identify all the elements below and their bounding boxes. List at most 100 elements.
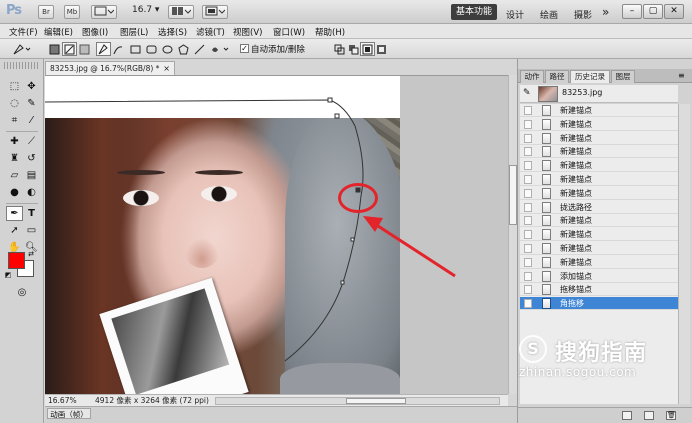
freeform-pen-option[interactable] [111,42,126,56]
marquee-tool[interactable]: ⬚ [6,79,23,94]
history-brush-tool[interactable]: ↺ [23,151,40,166]
menu-filter[interactable]: 滤镜(T) [196,26,225,38]
history-source-checkbox[interactable] [524,257,532,267]
minimize-button[interactable]: – [622,4,642,19]
workspace-painting-button[interactable]: 绘画 [540,8,558,21]
pen-tool-option[interactable] [96,42,111,56]
fill-pixels-mode-button[interactable] [77,42,92,56]
eraser-tool[interactable]: ▱ [6,168,23,183]
healing-brush-tool[interactable]: ✚ [6,134,23,149]
move-tool[interactable]: ✥ [23,79,40,94]
history-source-checkbox[interactable] [524,299,532,309]
path-combine-intersect-button[interactable] [360,42,375,56]
canvas-vertical-scrollbar[interactable] [508,75,517,394]
anchor-point[interactable] [327,97,333,103]
restore-button[interactable]: ▢ [643,4,663,19]
history-state-row[interactable]: 新建锚点 [520,159,678,173]
history-snapshot[interactable]: ✎ 83253.jpg [520,85,678,103]
history-source-checkbox[interactable] [524,119,532,129]
menu-image[interactable]: 图像(I) [82,26,108,38]
tab-layers[interactable]: 图层 [611,70,635,83]
dodge-tool[interactable]: ◐ [23,185,40,200]
clone-stamp-tool[interactable]: ♜ [6,151,23,166]
type-tool[interactable]: T [23,206,40,221]
history-source-checkbox[interactable] [524,175,532,184]
canvas-horizontal-scroll-thumb[interactable] [346,398,406,404]
more-workspaces-button[interactable]: » [602,5,609,19]
history-state-row[interactable]: 新建锚点 [520,118,678,131]
zoom-level-select[interactable]: 16.7 ▾ [132,5,159,15]
history-source-checkbox[interactable] [524,147,532,157]
history-source-checkbox[interactable] [524,161,532,171]
foreground-color-swatch[interactable] [8,252,25,269]
close-window-button[interactable]: ✕ [664,4,684,19]
history-source-checkbox[interactable] [524,202,532,212]
anchor-point[interactable] [350,237,355,242]
tab-paths[interactable]: 路径 [545,70,569,83]
brush-tool[interactable]: ⟋ [23,134,40,149]
history-source-checkbox[interactable] [524,216,532,226]
menu-select[interactable]: 选择(S) [158,26,187,38]
view-extras-button[interactable] [91,5,117,19]
history-state-row[interactable]: 添加锚点 [520,270,678,283]
history-state-row[interactable]: 拢选路径 [520,201,678,214]
ellipse-option[interactable] [160,42,175,56]
close-document-button[interactable]: × [163,62,170,75]
history-source-checkbox[interactable] [524,188,532,198]
path-combine-subtract-button[interactable] [346,42,361,56]
history-state-row[interactable]: 新建锚点 [520,242,678,255]
menu-view[interactable]: 视图(V) [233,26,262,38]
menu-layer[interactable]: 图层(L) [120,26,148,38]
blur-tool[interactable]: ● [6,185,23,200]
tool-preset-picker[interactable] [10,42,34,56]
bridge-button[interactable]: Br [38,5,54,19]
history-state-row[interactable]: 新建锚点 [520,173,678,186]
history-brush-source-icon[interactable]: ✎ [523,88,531,98]
animation-panel-tab[interactable]: 动画（帧） [47,408,91,419]
line-option[interactable] [192,42,207,56]
pen-tool[interactable]: ✒ [6,206,23,221]
anchor-point[interactable] [340,280,345,285]
history-state-row[interactable]: 新建锚点 [520,187,678,200]
screen-mode-button[interactable] [202,5,228,19]
history-state-row[interactable]: 新建锚点 [520,228,678,242]
auto-add-delete-checkbox[interactable]: ✓ [240,44,249,53]
quick-mask-button[interactable]: ◎ [12,285,32,300]
history-scrollbar[interactable] [678,104,690,404]
menu-help[interactable]: 帮助(H) [315,26,345,38]
new-document-from-state-button[interactable] [622,411,632,420]
custom-shape-option[interactable] [208,42,232,56]
swap-colors-button[interactable]: ⇄ [26,249,36,259]
rectangle-shape-option[interactable] [128,42,143,56]
workspace-design-button[interactable]: 设计 [506,8,524,21]
canvas-horizontal-scrollbar[interactable] [215,397,500,405]
anchor-point[interactable] [334,113,340,119]
shape-tool[interactable]: ▭ [23,223,40,238]
shape-layers-mode-button[interactable] [47,42,62,56]
history-state-row[interactable]: 新建锚点 [520,145,678,159]
lasso-tool[interactable]: ◌ [6,96,23,111]
quick-selection-tool[interactable]: ✎ [23,96,40,111]
history-state-row[interactable]: 角拖移 [520,297,678,311]
history-source-checkbox[interactable] [524,271,532,281]
history-state-row[interactable]: 拖移锚点 [520,283,678,297]
path-combine-exclude-button[interactable] [374,42,389,56]
document-tab[interactable]: 83253.jpg @ 16.7%(RGB/8) * × [45,61,175,75]
history-state-row[interactable]: 新建锚点 [520,256,678,269]
status-document-info[interactable]: 4912 像素 x 3264 像素 (72 ppi) [95,395,209,406]
history-source-checkbox[interactable] [524,133,532,143]
path-combine-add-button[interactable] [332,42,347,56]
history-source-checkbox[interactable] [524,230,532,240]
arrange-documents-button[interactable] [168,5,194,19]
menu-file[interactable]: 文件(F) [9,26,38,38]
eyedropper-tool[interactable]: ⁄ [23,113,40,128]
history-source-checkbox[interactable] [524,244,532,253]
tab-history[interactable]: 历史记录 [570,70,610,83]
workspace-essentials-button[interactable]: 基本功能 [451,4,497,20]
history-state-row[interactable]: 新建锚点 [520,132,678,145]
canvas-vertical-scroll-thumb[interactable] [509,165,517,225]
tab-actions[interactable]: 动作 [520,70,544,83]
path-selection-tool[interactable]: ➚ [6,223,23,238]
menu-window[interactable]: 窗口(W) [273,26,305,38]
rounded-rectangle-option[interactable] [144,42,159,56]
